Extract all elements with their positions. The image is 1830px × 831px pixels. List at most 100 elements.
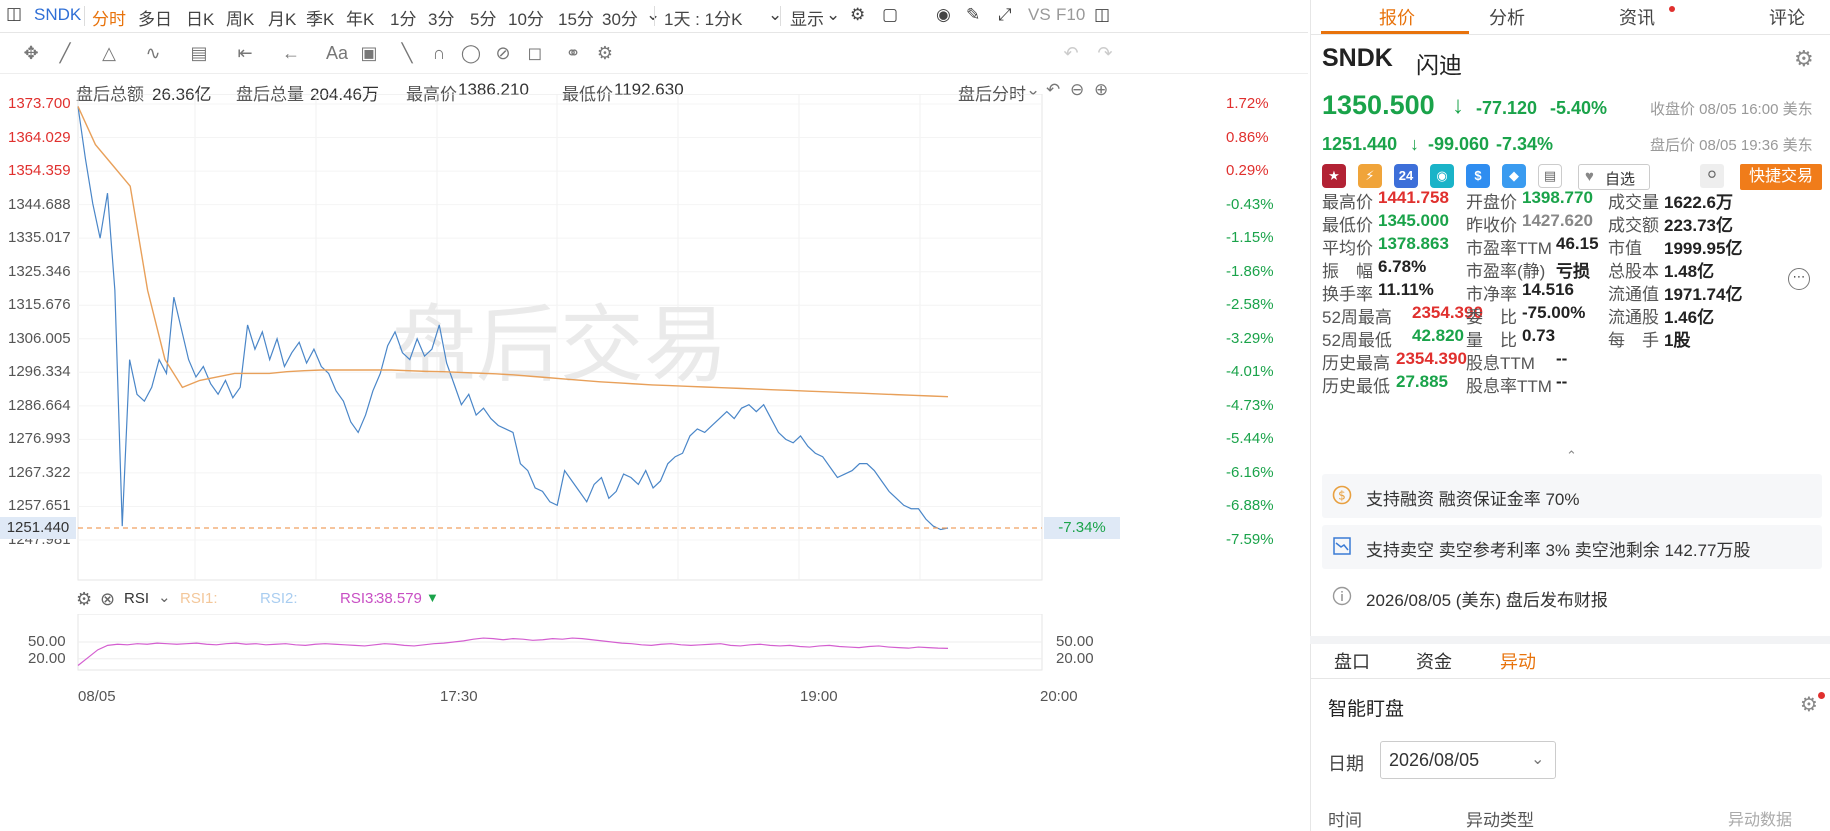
stat-value: 1427.620 [1522, 211, 1593, 230]
bell-icon[interactable]: ⚪ [1700, 164, 1724, 188]
period-tab-11[interactable]: 15分 [558, 5, 594, 30]
period-tab-7[interactable]: 1分 [390, 5, 416, 30]
stat-label: 每 手 [1608, 331, 1659, 350]
period-tab-2[interactable]: 日K [186, 5, 214, 30]
short-notice[interactable]: 支持卖空 卖空参考利率 3% 卖空池剩余 142.77万股 [1322, 525, 1822, 569]
tab-quote[interactable]: 报价 [1379, 4, 1415, 30]
period-tab-6[interactable]: 年K [346, 5, 374, 30]
monitor-settings-icon[interactable]: ⚙ [1800, 692, 1818, 717]
comment-tool-icon[interactable]: ▣ [358, 42, 380, 64]
undo-icon[interactable]: ↶ [1060, 42, 1082, 64]
stat-label: 历史最低 [1322, 377, 1390, 396]
text-tool-icon[interactable]: Aa [324, 42, 350, 64]
rsi-tick-right: 20.00 [1056, 649, 1094, 667]
period-tab-9[interactable]: 5分 [470, 5, 496, 30]
line-tool-icon[interactable]: ╱ [54, 42, 76, 64]
stat-label: 流通值 [1608, 285, 1659, 304]
tab-orderbook[interactable]: 盘口 [1334, 648, 1370, 674]
earnings-notice[interactable]: 2026/08/05 (美东) 盘后发布财报 [1322, 575, 1822, 619]
range-select[interactable]: 1天 : 1分K [664, 5, 742, 30]
y-tick-left: 1276.993 [8, 430, 71, 448]
pencil-icon[interactable]: ✎ [966, 5, 980, 25]
monitor-dot-badge [1818, 692, 1825, 699]
period-tab-10[interactable]: 10分 [508, 5, 544, 30]
tab-comments[interactable]: 评论 [1769, 4, 1805, 30]
tab-analysis[interactable]: 分析 [1489, 4, 1525, 30]
f10-button[interactable]: F10 [1056, 5, 1085, 25]
watchlist-button[interactable]: ♥ 自选 [1578, 164, 1650, 190]
period-tab-4[interactable]: 月K [268, 5, 296, 30]
stat-value: 1.46亿 [1664, 308, 1715, 327]
display-menu[interactable]: 显示 [790, 5, 824, 30]
period-tab-8[interactable]: 3分 [428, 5, 454, 30]
y-tick-right: -3.29% [1226, 329, 1274, 347]
trash-icon[interactable]: ◻ [524, 42, 546, 64]
note-icon[interactable]: ▤ [1538, 164, 1562, 188]
fullscreen-icon[interactable]: ⤢ [998, 5, 1012, 25]
y-tick-left: 1354.359 [8, 162, 71, 180]
after-note: 盘后价 08/05 19:36 美东 [1650, 137, 1813, 154]
camera-icon[interactable]: ◉ [936, 5, 951, 25]
collapse-chevron-icon[interactable]: ⌃ [1566, 448, 1577, 464]
move-icon[interactable]: ✥ [20, 42, 42, 64]
arrow-tool-icon[interactable]: ← [280, 42, 302, 64]
period-tab-1[interactable]: 多日 [138, 5, 172, 30]
svg-text:$: $ [1338, 489, 1346, 503]
compare-button[interactable]: VS [1028, 5, 1051, 25]
channel-tool-icon[interactable]: △ [98, 42, 120, 64]
tab-movement[interactable]: 异动 [1500, 648, 1536, 674]
current-price-tag: 1251.440 [0, 517, 76, 539]
panel-settings-icon[interactable]: ⚙ [1794, 46, 1814, 72]
date-chevron-icon: ⌄ [1531, 751, 1545, 768]
tab-capital[interactable]: 资金 [1416, 648, 1452, 674]
display-chevron-icon[interactable]: ⌄ [826, 5, 840, 25]
fib-tool-icon[interactable]: ▤ [188, 42, 210, 64]
x-tick: 08/05 [78, 688, 116, 705]
dollar-icon[interactable]: $ [1466, 164, 1490, 188]
date-picker[interactable]: 2026/08/05 ⌄ [1380, 741, 1556, 779]
symbol-label[interactable]: SNDK [34, 5, 81, 25]
rsi-label[interactable]: RSI [124, 590, 149, 607]
settings-icon[interactable]: ⚙ [850, 5, 865, 25]
price-chart[interactable]: 盘后交易 [0, 94, 1120, 594]
lock-icon[interactable]: ◯ [460, 42, 482, 64]
rsi-tick-right: 50.00 [1056, 633, 1094, 650]
rsi-settings-icon[interactable]: ⚙ [76, 589, 92, 610]
close-note: 收盘价 08/05 16:00 美东 [1650, 101, 1813, 118]
wave-tool-icon[interactable]: ∿ [142, 42, 164, 64]
magnet-icon[interactable]: ∩ [428, 42, 450, 64]
measure-tool-icon[interactable]: ⇤ [234, 42, 256, 64]
news-dot-badge [1669, 6, 1675, 12]
after-change-pct: -7.34% [1496, 134, 1554, 154]
price-change-pct: -5.40% [1550, 98, 1608, 118]
date-value: 2026/08/05 [1389, 750, 1480, 770]
rsi3-value: 38.579 [376, 590, 422, 607]
24h-icon[interactable]: 24 [1394, 164, 1418, 188]
stat-label: 市值 [1608, 239, 1642, 258]
tab-news[interactable]: 资讯 [1619, 4, 1655, 30]
quick-trade-button[interactable]: 快捷交易 [1740, 164, 1822, 190]
period-tab-0[interactable]: 分时 [92, 5, 126, 30]
lightning-icon[interactable]: ⚡ [1358, 164, 1382, 188]
redo-icon[interactable]: ↷ [1094, 42, 1116, 64]
after-down-icon: ↓ [1410, 134, 1419, 154]
stat-value: 46.15 [1556, 234, 1599, 253]
panel-toggle-icon[interactable]: ◫ [1094, 5, 1110, 25]
tag-icon[interactable]: ◆ [1502, 164, 1526, 188]
more-icon[interactable]: ⋯ [1788, 268, 1810, 290]
period-tab-3[interactable]: 周K [226, 5, 254, 30]
rsi-header: ⚙ ⊗ RSI ⌄ RSI1: RSI2: RSI3: 38.579 ▼ [76, 588, 536, 612]
ruler-icon[interactable]: ╲ [396, 42, 418, 64]
rsi-chart[interactable] [0, 614, 1120, 674]
rsi-chevron-icon[interactable]: ⌄ [158, 588, 171, 606]
layout-icon[interactable]: ▢ [882, 5, 898, 25]
period-tab-12[interactable]: 30分 [602, 5, 638, 30]
hide-icon[interactable]: ⊘ [492, 42, 514, 64]
margin-notice[interactable]: $ 支持融资 融资保证金率 70% [1322, 474, 1822, 518]
options-icon[interactable]: ◉ [1430, 164, 1454, 188]
rsi-close-icon[interactable]: ⊗ [100, 589, 115, 610]
period-tab-5[interactable]: 季K [306, 5, 334, 30]
sidebar-toggle-icon[interactable]: ◫ [6, 4, 22, 24]
draw-settings-icon[interactable]: ⚙ [594, 42, 616, 64]
link-icon[interactable]: ⚭ [562, 42, 584, 64]
